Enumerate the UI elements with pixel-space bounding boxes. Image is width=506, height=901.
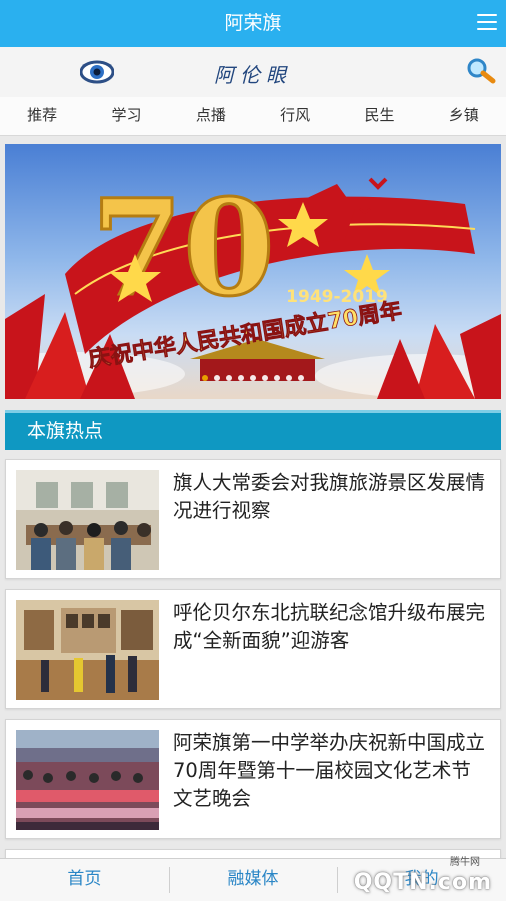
watermark: 腾牛网 QQTN.com bbox=[298, 850, 498, 900]
news-thumbnail bbox=[16, 600, 159, 700]
news-item[interactable]: 呼伦贝尔东北抗联纪念馆升级布展完成“全新面貌”迎游客 bbox=[5, 589, 501, 709]
watermark-logo: QQTN.com bbox=[353, 870, 492, 895]
menu-icon[interactable] bbox=[477, 14, 497, 32]
news-headline: 阿荣旗第一中学举办庆祝新中国成立70周年暨第十一届校园文化艺术节文艺晚会 bbox=[173, 731, 486, 810]
watermark-site: 腾牛网 bbox=[450, 857, 480, 868]
section-title: 本旗热点 bbox=[27, 420, 104, 442]
tab-on-demand[interactable]: 点播 bbox=[169, 97, 253, 135]
tab-towns[interactable]: 乡镇 bbox=[422, 97, 506, 135]
news-thumbnail bbox=[16, 470, 159, 570]
tab-recommend[interactable]: 推荐 bbox=[0, 97, 84, 135]
app-title: 阿荣旗 bbox=[224, 12, 282, 34]
carousel-indicators[interactable] bbox=[5, 366, 501, 385]
section-header: 本旗热点 bbox=[5, 410, 501, 450]
tab-study[interactable]: 学习 bbox=[84, 97, 168, 135]
category-tabs: 推荐 学习 点播 行风 民生 乡镇 bbox=[0, 97, 506, 136]
news-headline: 呼伦贝尔东北抗联纪念馆升级布展完成“全新面貌”迎游客 bbox=[173, 601, 486, 652]
news-item[interactable]: 阿荣旗第一中学举办庆祝新中国成立70周年暨第十一届校园文化艺术节文艺晚会 bbox=[5, 719, 501, 839]
news-item[interactable]: 旗人大常委会对我旗旅游景区发展情况进行视察 bbox=[5, 459, 501, 579]
search-icon[interactable] bbox=[466, 58, 496, 84]
title-bar: 阿荣旗 bbox=[0, 0, 506, 47]
brand-bar: 阿伦眼 bbox=[0, 47, 506, 98]
news-headline: 旗人大常委会对我旗旅游景区发展情况进行视察 bbox=[173, 471, 486, 522]
brand-name: 阿伦眼 bbox=[214, 63, 292, 87]
tab-conduct[interactable]: 行风 bbox=[253, 97, 337, 135]
banner-carousel[interactable]: 70 1949-2019 庆祝中华人民共和国成立70周年 bbox=[5, 144, 501, 399]
tab-livelihood[interactable]: 民生 bbox=[337, 97, 421, 135]
news-thumbnail bbox=[16, 730, 159, 830]
banner-numeral: 70 bbox=[91, 171, 275, 326]
tab-home[interactable]: 首页 bbox=[0, 859, 169, 901]
banner-image: 70 1949-2019 庆祝中华人民共和国成立70周年 bbox=[5, 170, 501, 399]
